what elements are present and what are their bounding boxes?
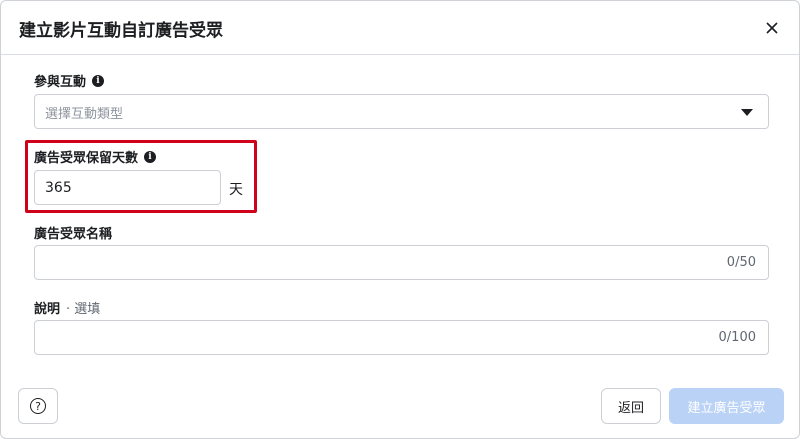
description-counter: 0/100 [718,330,756,345]
description-label-row: 說明 · 選填 [34,298,100,317]
caret-down-icon [741,109,753,116]
close-button[interactable] [761,17,783,39]
retention-label: 廣告受眾保留天數 [34,151,139,166]
engagement-select-placeholder: 選擇互動類型 [45,107,124,122]
dialog-title: 建立影片互動自訂廣告受眾 [19,21,223,41]
help-icon: ? [30,398,46,414]
close-icon [766,22,778,34]
engagement-label: 參與互動 [34,75,87,90]
info-icon[interactable]: i [144,150,157,163]
retention-days-value: 365 [45,179,72,196]
engagement-type-select[interactable]: 選擇互動類型 [34,94,769,129]
info-icon[interactable]: i [92,74,105,87]
audience-name-counter: 0/50 [726,255,756,270]
retention-unit: 天 [229,182,243,198]
description-label: 說明 [34,302,61,317]
back-button[interactable]: 返回 [601,388,661,424]
dialog-header: 建立影片互動自訂廣告受眾 [1,1,799,55]
description-input[interactable]: 0/100 [34,320,769,355]
help-button[interactable]: ? [18,388,58,424]
engagement-label-row: 參與互動 i [34,71,105,90]
audience-name-label: 廣告受眾名稱 [34,227,113,242]
retention-days-input[interactable]: 365 [34,170,221,205]
audience-name-input[interactable]: 0/50 [34,245,769,280]
create-audience-button[interactable]: 建立廣告受眾 [669,388,784,424]
retention-label-row: 廣告受眾保留天數 i [34,147,157,166]
description-optional-tag: · 選填 [66,302,101,317]
audience-name-label-row: 廣告受眾名稱 [34,223,112,242]
create-video-audience-dialog: 建立影片互動自訂廣告受眾 參與互動 i 選擇互動類型 廣告受眾保留天數 i 36… [0,0,800,439]
